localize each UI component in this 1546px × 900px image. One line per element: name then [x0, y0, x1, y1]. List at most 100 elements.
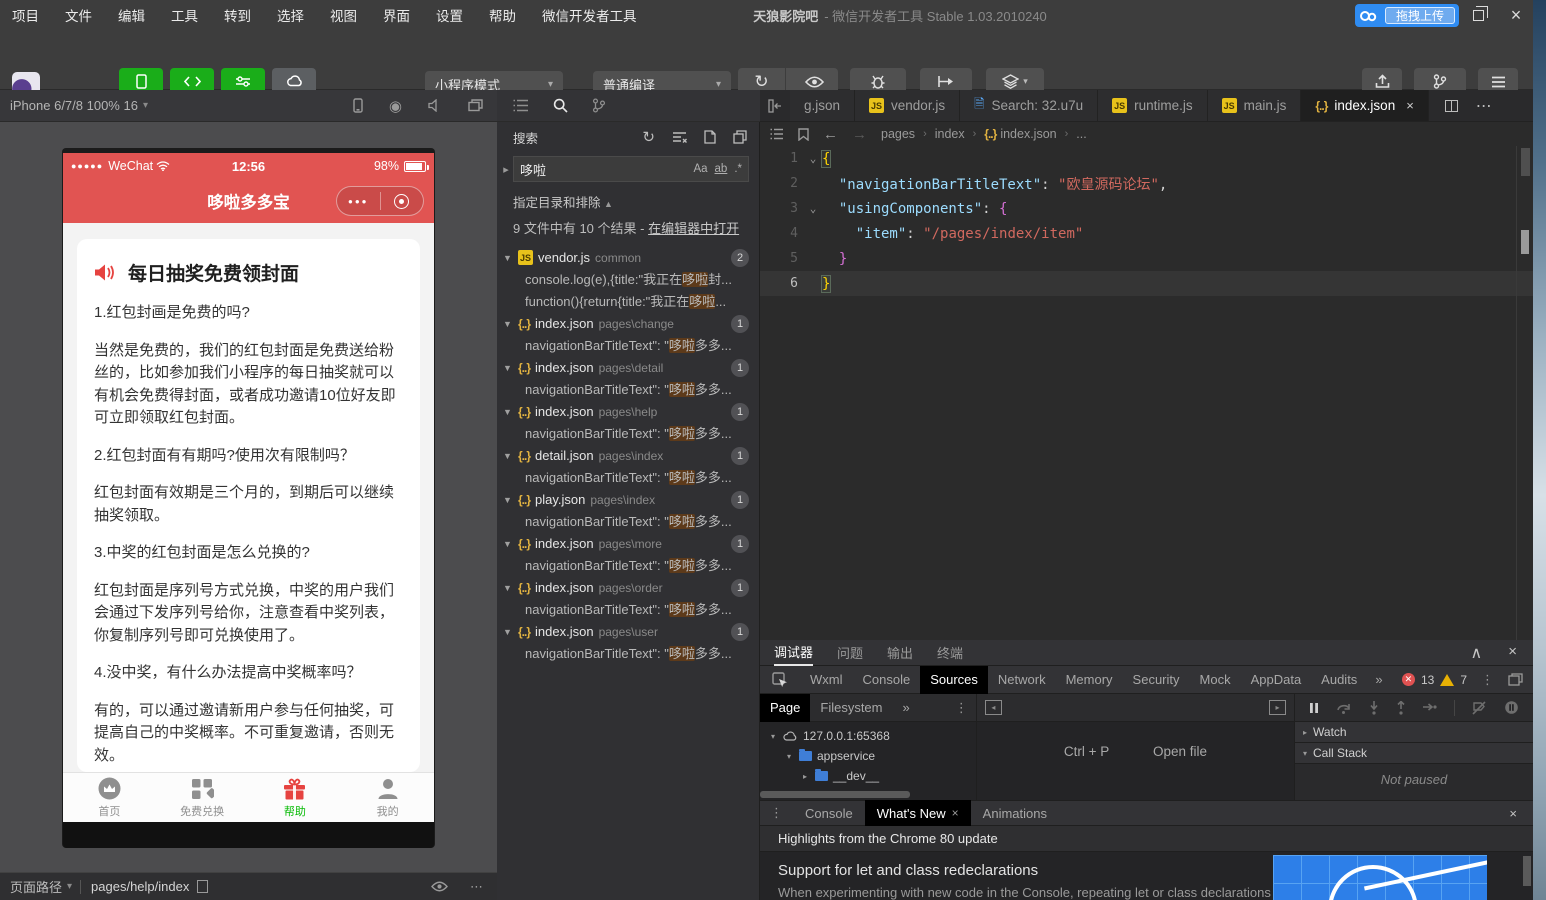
search-result-file[interactable]: ▼JSvendor.jscommon2: [497, 247, 759, 269]
expand-replace-icon[interactable]: ▸: [499, 163, 513, 176]
outline-icon[interactable]: [770, 128, 784, 140]
editor-tab-g.json[interactable]: g.json: [790, 90, 855, 121]
search-input[interactable]: 哆啦 Aa ab .*: [513, 156, 749, 182]
search-result-file[interactable]: ▼{..}index.jsonpages\more1: [497, 533, 759, 555]
search-result-file[interactable]: ▼{..}index.jsonpages\help1: [497, 401, 759, 423]
tree-node-127.0.0.1:65368[interactable]: ▾127.0.0.1:65368: [760, 726, 976, 746]
debugger-tab-调试器[interactable]: 调试器: [774, 640, 813, 666]
search-result-file[interactable]: ▼{..}index.jsonpages\user1: [497, 621, 759, 643]
sources-tab-filesystem[interactable]: Filesystem: [810, 694, 892, 722]
close-tab-icon[interactable]: ×: [952, 806, 959, 820]
menu-item-编辑[interactable]: 编辑: [118, 5, 145, 25]
breadcrumb-item-...[interactable]: ...: [1076, 127, 1086, 141]
more-source-tabs-icon[interactable]: »: [893, 694, 920, 722]
mute-icon[interactable]: [428, 99, 442, 112]
menu-item-视图[interactable]: 视图: [330, 5, 357, 25]
dock-side-icon[interactable]: [1508, 673, 1523, 686]
tree-node-__dev__[interactable]: ▸__dev__: [760, 766, 976, 786]
open-in-editor-icon[interactable]: [704, 130, 716, 144]
search-result-match[interactable]: console.log(e),{title:"我正在哆啦封...: [497, 269, 759, 291]
breadcrumb-item-index.json[interactable]: {..}index.json: [984, 127, 1056, 141]
drawer-scrollbar[interactable]: [1523, 856, 1531, 886]
inspect-element-icon[interactable]: [772, 672, 788, 688]
drawer-tab-what-s-new[interactable]: What's New×: [865, 800, 971, 826]
drawer-tab-animations[interactable]: Animations: [971, 800, 1059, 826]
drawer-tab-console[interactable]: Console: [793, 800, 865, 826]
pause-on-exceptions-icon[interactable]: [1504, 700, 1519, 715]
code-line-2[interactable]: 2 "navigationBarTitleText": "欧皇源码论坛",: [760, 171, 1533, 196]
split-editor-icon[interactable]: [1445, 100, 1458, 112]
bookmark-icon[interactable]: [798, 128, 809, 141]
breadcrumb-item-pages[interactable]: pages: [881, 127, 915, 141]
code-line-6[interactable]: 6}: [760, 271, 1533, 296]
pause-icon[interactable]: [1309, 702, 1319, 714]
exit-miniprogram-icon[interactable]: [381, 194, 424, 209]
tree-scrollbar[interactable]: [760, 791, 910, 798]
more-menu-icon[interactable]: ●●●: [337, 197, 380, 206]
editor-tab-index.json[interactable]: {..}index.json×: [1301, 90, 1428, 121]
restore-window-button[interactable]: [1468, 5, 1488, 25]
menu-item-帮助[interactable]: 帮助: [489, 5, 516, 25]
fold-icon[interactable]: ⌄: [804, 202, 822, 215]
search-result-file[interactable]: ▼{..}index.jsonpages\order1: [497, 577, 759, 599]
devtools-tab-security[interactable]: Security: [1123, 666, 1190, 694]
phone-tab-我的[interactable]: 我的: [341, 773, 434, 822]
menu-item-文件[interactable]: 文件: [65, 5, 92, 25]
menu-item-界面[interactable]: 界面: [383, 5, 410, 25]
phone-simulator[interactable]: ●●●●● WeChat 12:56 98% 哆啦多多宝 ●●●: [62, 148, 435, 848]
close-window-button[interactable]: ×: [1506, 5, 1526, 25]
drawer-menu-icon[interactable]: ⋮: [770, 805, 783, 821]
more-tabs-icon[interactable]: »: [1367, 666, 1390, 694]
search-result-match[interactable]: navigationBarTitleText": "哆啦多多...: [497, 643, 759, 665]
search-result-match[interactable]: navigationBarTitleText": "哆啦多多...: [497, 555, 759, 577]
editor-tab-runtime.js[interactable]: JSruntime.js: [1098, 90, 1208, 121]
search-result-match[interactable]: navigationBarTitleText": "哆啦多多...: [497, 467, 759, 489]
code-line-4[interactable]: 4 "item": "/pages/index/item": [760, 221, 1533, 246]
devtools-tab-sources[interactable]: Sources: [920, 666, 988, 694]
show-debugger-icon[interactable]: ▸: [1269, 700, 1286, 715]
search-result-match[interactable]: navigationBarTitleText": "哆啦多多...: [497, 423, 759, 445]
git-icon[interactable]: [592, 98, 606, 113]
debugger-tab-终端[interactable]: 终端: [937, 640, 963, 666]
copy-icon[interactable]: [197, 880, 208, 893]
editor-tab-main.js[interactable]: JSmain.js: [1208, 90, 1302, 121]
phone-tab-首页[interactable]: 首页: [63, 773, 156, 822]
code-line-3[interactable]: 3⌄ "usingComponents": {: [760, 196, 1533, 221]
editor-tab-vendor.js[interactable]: JSvendor.js: [855, 90, 960, 121]
file-list-icon[interactable]: [513, 99, 529, 112]
code-line-5[interactable]: 5 }: [760, 246, 1533, 271]
collapse-sidebar-icon[interactable]: [760, 90, 790, 121]
match-case-icon[interactable]: Aa: [693, 163, 707, 175]
rotate-device-icon[interactable]: [353, 98, 363, 113]
close-tab-icon[interactable]: ×: [1406, 98, 1414, 113]
search-result-file[interactable]: ▼{..}index.jsonpages\change1: [497, 313, 759, 335]
forward-icon[interactable]: →: [852, 126, 867, 143]
watch-section[interactable]: ▸Watch: [1295, 722, 1533, 743]
close-panel-icon[interactable]: ×: [1508, 643, 1517, 663]
collapse-panel-icon[interactable]: ∧: [1471, 643, 1483, 663]
code-line-1[interactable]: 1⌄{: [760, 146, 1533, 171]
more-actions-icon[interactable]: ⋯: [1476, 96, 1492, 116]
close-drawer-icon[interactable]: ×: [1509, 806, 1517, 821]
menu-item-微信开发者工具[interactable]: 微信开发者工具: [542, 5, 637, 25]
search-result-match[interactable]: navigationBarTitleText": "哆啦多多...: [497, 335, 759, 357]
search-result-file[interactable]: ▼{..}play.jsonpages\index1: [497, 489, 759, 511]
devtools-tab-appdata[interactable]: AppData: [1241, 666, 1312, 694]
sources-tab-page[interactable]: Page: [760, 694, 810, 722]
devtools-tab-console[interactable]: Console: [853, 666, 921, 694]
warning-badge-icon[interactable]: [1440, 674, 1454, 686]
drag-upload-button[interactable]: 拖拽上传: [1355, 4, 1459, 27]
more-icon[interactable]: ⋯: [470, 879, 483, 895]
open-in-editor-link[interactable]: 在编辑器中打开: [648, 221, 739, 236]
capsule-menu[interactable]: ●●●: [336, 186, 424, 216]
search-result-match[interactable]: navigationBarTitleText": "哆啦多多...: [497, 599, 759, 621]
editor-scrollbar[interactable]: [1521, 148, 1530, 176]
error-badge-icon[interactable]: ✕: [1402, 673, 1415, 686]
collapse-all-icon[interactable]: [733, 130, 747, 144]
search-filter-toggle[interactable]: 指定目录和排除 ▲: [497, 186, 759, 215]
deactivate-breakpoints-icon[interactable]: [1472, 701, 1487, 715]
back-icon[interactable]: ←: [823, 126, 838, 143]
float-window-icon[interactable]: [468, 99, 483, 112]
menu-item-工具[interactable]: 工具: [171, 5, 198, 25]
devtools-tab-audits[interactable]: Audits: [1311, 666, 1367, 694]
